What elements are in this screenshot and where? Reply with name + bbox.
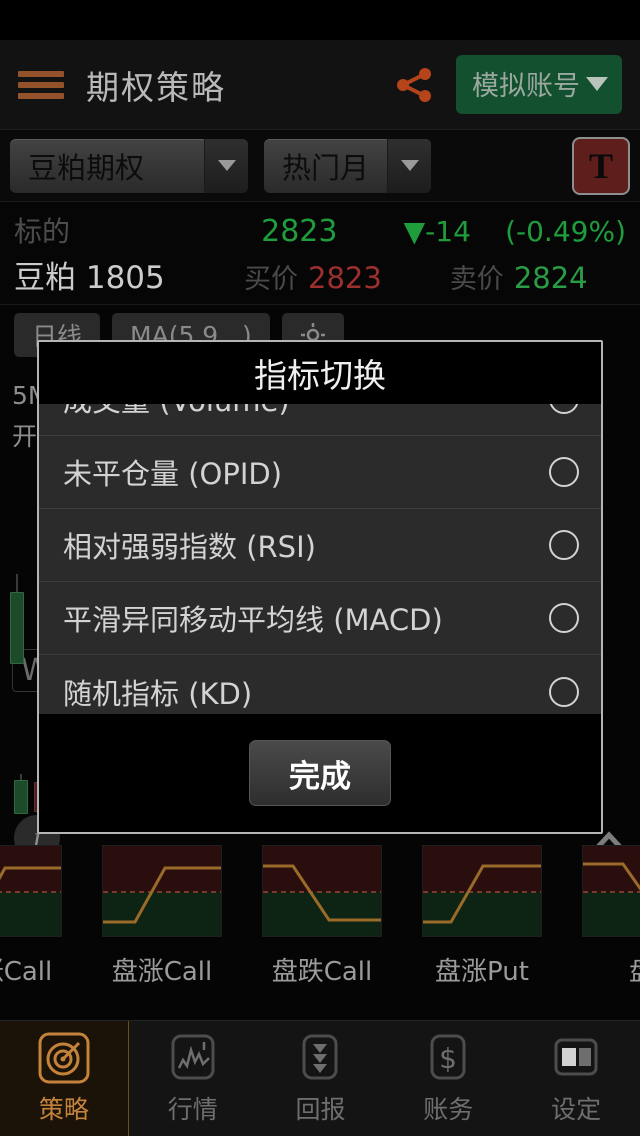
month-dropdown[interactable]: 热门月 — [264, 138, 432, 193]
indicator-row-kd[interactable]: 随机指标 (KD) — [39, 655, 601, 714]
page-title: 期权策略 — [86, 67, 226, 107]
quote-row-primary: 标的 2823 ▼-14 (-0.49%) — [14, 210, 626, 252]
instrument-name: 豆粕 1805 — [14, 260, 165, 296]
month-dropdown-label: 热门月 — [282, 150, 370, 185]
quote-panel: 标的 2823 ▼-14 (-0.49%) 豆粕 1805 买价 2823 卖价… — [0, 202, 640, 305]
strategy-card-label: 盘跌Call — [271, 957, 373, 987]
payoff-thumbnail — [0, 845, 62, 937]
radio-button[interactable] — [549, 530, 579, 560]
strategy-strip: i 盘涨Call — [0, 815, 640, 1005]
strategy-card-label: 盘涨Put — [435, 957, 529, 987]
bid-price: 2823 — [308, 261, 382, 295]
payoff-thumbnail — [582, 845, 640, 937]
payoff-thumbnail — [422, 845, 542, 937]
radio-button[interactable] — [549, 457, 579, 487]
tab-label: 设定 — [551, 1094, 602, 1124]
account-selector-button[interactable]: 模拟账号 — [456, 55, 622, 114]
svg-text:$: $ — [439, 1042, 457, 1075]
product-dropdown[interactable]: 豆粕期权 — [10, 138, 248, 193]
indicator-row-volume[interactable]: 成交量 (Volume) — [39, 404, 601, 436]
chevron-down-icon — [204, 138, 248, 193]
done-button[interactable]: 完成 — [249, 740, 391, 806]
price-change-percent: (-0.49%) — [505, 215, 626, 248]
chart-icon — [167, 1032, 219, 1084]
last-price: 2823 — [261, 214, 338, 249]
strategy-card-list[interactable]: 盘涨Call 盘涨Call — [0, 845, 640, 988]
ask-price: 2824 — [513, 261, 588, 295]
tab-label: 账务 — [423, 1094, 474, 1124]
status-bar — [0, 0, 640, 40]
indicator-label: 平滑异同移动平均线 (MACD) — [63, 603, 443, 637]
tab-label: 回报 — [295, 1094, 346, 1124]
chart-open-label: 开 — [12, 422, 38, 451]
tab-label: 行情 — [167, 1094, 218, 1124]
tab-label: 策略 — [38, 1094, 89, 1124]
strategy-card-label: 盘涨Call — [111, 957, 213, 987]
radio-button[interactable] — [549, 603, 579, 633]
app-screen: 期权策略 模拟账号 豆粕期权 热门月 T 标的 2823 ▼-14 (-0.49… — [0, 0, 640, 1136]
dialog-title: 指标切换 — [39, 342, 601, 404]
strategy-card[interactable]: 盘涨Call — [0, 845, 62, 988]
t-mode-button[interactable]: T — [572, 136, 630, 195]
indicator-label: 相对强弱指数 (RSI) — [63, 530, 316, 564]
bid-label: 买价 — [244, 264, 298, 295]
chevron-down-icon — [387, 138, 432, 193]
indicator-label: 成交量 (Volume) — [63, 404, 290, 420]
strategy-card[interactable]: 盘涨Call — [102, 845, 222, 988]
account-label: 模拟账号 — [472, 71, 580, 102]
strategy-card[interactable]: 盘跌Call — [262, 845, 382, 988]
target-icon — [38, 1032, 90, 1084]
dialog-footer: 完成 — [39, 714, 601, 832]
tab-account[interactable]: $ 账务 — [384, 1021, 512, 1136]
header-actions: 模拟账号 — [392, 55, 622, 114]
strategy-card-label: 盘涨Call — [0, 957, 53, 987]
indicator-row-macd[interactable]: 平滑异同移动平均线 (MACD) — [39, 582, 601, 655]
quote-row-secondary: 豆粕 1805 买价 2823 卖价 2824 — [14, 252, 626, 296]
chevron-down-icon — [586, 76, 608, 91]
indicator-row-rsi[interactable]: 相对强弱指数 (RSI) — [39, 509, 601, 582]
tab-settings[interactable]: 设定 — [512, 1021, 640, 1136]
indicator-row-opid[interactable]: 未平仓量 (OPID) — [39, 436, 601, 509]
strategy-card-label: 盘 — [582, 951, 640, 988]
tab-strategy[interactable]: 策略 — [0, 1021, 129, 1136]
product-dropdown-label: 豆粕期权 — [28, 150, 145, 185]
tab-report[interactable]: 回报 — [257, 1021, 385, 1136]
indicator-list[interactable]: 成交量 (Volume) 未平仓量 (OPID) 相对强弱指数 (RSI) 平滑… — [39, 404, 601, 714]
strategy-card[interactable]: 盘涨Put — [422, 845, 542, 988]
app-header: 期权策略 模拟账号 — [0, 40, 640, 130]
radio-button[interactable] — [549, 676, 579, 707]
radio-button[interactable] — [549, 404, 579, 414]
payoff-thumbnail — [262, 845, 382, 937]
payoff-thumbnail — [102, 845, 222, 937]
indicator-switch-dialog: 指标切换 成交量 (Volume) 未平仓量 (OPID) 相对强弱指数 (RS… — [37, 340, 603, 834]
ask-label: 卖价 — [449, 264, 504, 295]
bid-ask-group: 买价 2823 卖价 2824 — [244, 257, 588, 296]
share-icon[interactable] — [392, 63, 436, 107]
bottom-tab-bar: 策略 行情 回报 $ 账务 设定 — [0, 1020, 640, 1136]
indicator-label: 随机指标 (KD) — [63, 676, 253, 711]
selector-row: 豆粕期权 热门月 T — [0, 130, 640, 202]
strategy-card[interactable]: 盘 — [582, 845, 640, 988]
tab-quotes[interactable]: 行情 — [129, 1021, 257, 1136]
download-arrows-icon — [294, 1032, 346, 1084]
layout-icon — [550, 1032, 602, 1084]
indicator-list-scroll[interactable]: 成交量 (Volume) 未平仓量 (OPID) 相对强弱指数 (RSI) 平滑… — [39, 404, 601, 714]
hamburger-icon[interactable] — [18, 68, 64, 102]
price-change: ▼-14 — [403, 215, 471, 248]
indicator-label: 未平仓量 (OPID) — [63, 457, 283, 491]
underlying-label: 标的 — [14, 215, 71, 248]
dollar-icon: $ — [422, 1032, 474, 1084]
